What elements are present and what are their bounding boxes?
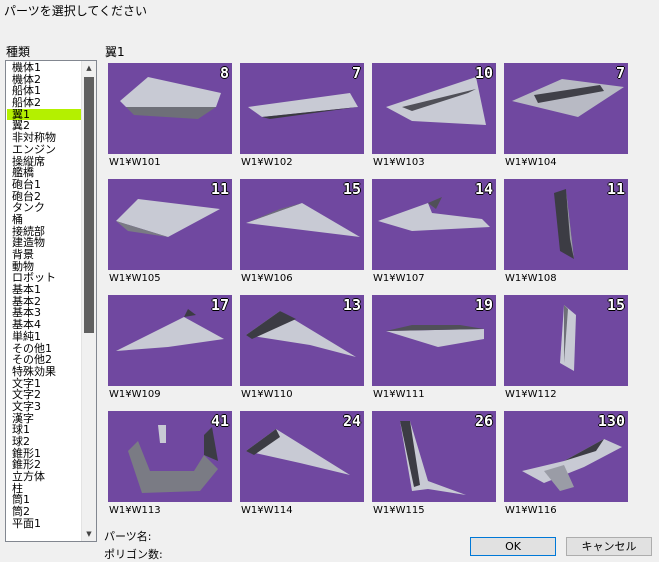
polygon-count: 26 xyxy=(474,412,493,430)
polygon-count-label: ポリゴン数: xyxy=(104,548,163,561)
polygon-count: 19 xyxy=(474,296,493,314)
polygon-count: 11 xyxy=(210,180,229,198)
polygon-count: 7 xyxy=(615,64,625,82)
part-name: W1¥W104 xyxy=(505,157,557,168)
part-preview[interactable]: 11 xyxy=(504,179,628,270)
category-item[interactable]: 基本1 xyxy=(7,284,83,296)
scroll-up-arrow-icon[interactable]: ▲ xyxy=(82,61,96,75)
part-thumbnail[interactable]: 41 W1¥W113 xyxy=(108,411,232,518)
part-name: W1¥W111 xyxy=(373,389,425,400)
part-name-label: パーツ名: xyxy=(104,530,152,543)
part-preview[interactable]: 14 xyxy=(372,179,496,270)
polygon-count: 13 xyxy=(342,296,361,314)
part-name: W1¥W115 xyxy=(373,505,425,516)
part-preview[interactable]: 130 xyxy=(504,411,628,502)
wing-model-icon xyxy=(512,79,624,117)
category-item[interactable]: 平面1 xyxy=(7,518,83,530)
part-name: W1¥W108 xyxy=(505,273,557,284)
category-item[interactable]: 船体2 xyxy=(7,97,83,109)
part-name: W1¥W103 xyxy=(373,157,425,168)
part-name: W1¥W112 xyxy=(505,389,557,400)
polygon-count: 7 xyxy=(351,64,361,82)
polygon-count: 11 xyxy=(606,180,625,198)
part-preview[interactable]: 11 xyxy=(108,179,232,270)
category-item[interactable]: 背景 xyxy=(7,249,83,261)
part-thumbnail[interactable]: 7 W1¥W104 xyxy=(504,63,628,170)
polygon-count: 14 xyxy=(474,180,493,198)
part-name: W1¥W109 xyxy=(109,389,161,400)
part-thumbnail[interactable]: 14 W1¥W107 xyxy=(372,179,496,286)
category-item[interactable]: 砲台1 xyxy=(7,179,83,191)
part-thumbnail[interactable]: 130 W1¥W116 xyxy=(504,411,628,518)
part-preview[interactable]: 17 xyxy=(108,295,232,386)
part-preview[interactable]: 10 xyxy=(372,63,496,154)
category-listbox[interactable]: 機体1 機体2 船体1 船体2 翼1 翼2 非対称物 エンジン 操縦席 艦橋 砲台1 砲台2 タンク桶接… xyxy=(5,60,97,542)
part-name: W1¥W116 xyxy=(505,505,557,516)
part-preview[interactable]: 41 xyxy=(108,411,232,502)
polygon-count: 17 xyxy=(210,296,229,314)
scroll-thumb[interactable] xyxy=(84,77,94,333)
part-preview[interactable]: 15 xyxy=(240,179,364,270)
part-thumbnail[interactable]: 15 W1¥W106 xyxy=(240,179,364,286)
part-name: W1¥W106 xyxy=(241,273,293,284)
part-name: W1¥W114 xyxy=(241,505,293,516)
category-item[interactable]: 球2 xyxy=(7,436,83,448)
part-preview[interactable]: 8 xyxy=(108,63,232,154)
category-item[interactable]: 立方体 xyxy=(7,471,83,483)
ok-button[interactable]: OK xyxy=(470,537,556,556)
part-name: W1¥W102 xyxy=(241,157,293,168)
part-thumbnail[interactable]: 8 W1¥W101 xyxy=(108,63,232,170)
part-thumbnail[interactable]: 15 W1¥W112 xyxy=(504,295,628,402)
category-item[interactable]: 特殊効果 xyxy=(7,366,83,378)
category-item[interactable]: エンジン xyxy=(7,144,83,156)
grid-title: 翼1 xyxy=(105,45,125,59)
polygon-count: 15 xyxy=(342,180,361,198)
category-item[interactable]: 桶 xyxy=(7,214,83,226)
part-thumbnail[interactable]: 10 W1¥W103 xyxy=(372,63,496,170)
part-name: W1¥W101 xyxy=(109,157,161,168)
category-item[interactable]: 単純1 xyxy=(7,331,83,343)
part-preview[interactable]: 15 xyxy=(504,295,628,386)
part-thumbnail[interactable]: 11 W1¥W105 xyxy=(108,179,232,286)
part-thumbnail[interactable]: 13 W1¥W110 xyxy=(240,295,364,402)
polygon-count: 24 xyxy=(342,412,361,430)
category-list: 機体1 機体2 船体1 船体2 翼1 翼2 非対称物 エンジン 操縦席 艦橋 砲台1 砲台2 タンク桶接… xyxy=(7,62,83,530)
part-name: W1¥W107 xyxy=(373,273,425,284)
polygon-count: 10 xyxy=(474,64,493,82)
part-thumbnail[interactable]: 17 W1¥W109 xyxy=(108,295,232,402)
dialog-prompt: パーツを選択してください xyxy=(4,4,148,18)
category-scrollbar[interactable]: ▲ ▼ xyxy=(81,61,96,541)
part-preview[interactable]: 24 xyxy=(240,411,364,502)
part-preview[interactable]: 26 xyxy=(372,411,496,502)
part-name: W1¥W113 xyxy=(109,505,161,516)
category-item[interactable]: 機体1 xyxy=(7,62,83,74)
part-thumbnail[interactable]: 24 W1¥W114 xyxy=(240,411,364,518)
part-thumbnail[interactable]: 7 W1¥W102 xyxy=(240,63,364,170)
part-thumbnail[interactable]: 26 W1¥W115 xyxy=(372,411,496,518)
polygon-count: 15 xyxy=(606,296,625,314)
part-name: W1¥W110 xyxy=(241,389,293,400)
cancel-button[interactable]: キャンセル xyxy=(566,537,652,556)
wing-model-icon xyxy=(120,77,221,119)
part-name: W1¥W105 xyxy=(109,273,161,284)
wing-model-icon xyxy=(248,93,358,119)
part-thumbnail[interactable]: 11 W1¥W108 xyxy=(504,179,628,286)
category-item[interactable]: 文字3 xyxy=(7,401,83,413)
part-preview[interactable]: 19 xyxy=(372,295,496,386)
category-label: 種類 xyxy=(6,45,31,59)
part-preview[interactable]: 13 xyxy=(240,295,364,386)
polygon-count: 8 xyxy=(219,64,229,82)
part-thumbnail[interactable]: 19 W1¥W111 xyxy=(372,295,496,402)
part-preview[interactable]: 7 xyxy=(240,63,364,154)
polygon-count: 41 xyxy=(210,412,229,430)
scroll-down-arrow-icon[interactable]: ▼ xyxy=(82,527,96,541)
polygon-count: 130 xyxy=(597,412,625,430)
part-preview[interactable]: 7 xyxy=(504,63,628,154)
